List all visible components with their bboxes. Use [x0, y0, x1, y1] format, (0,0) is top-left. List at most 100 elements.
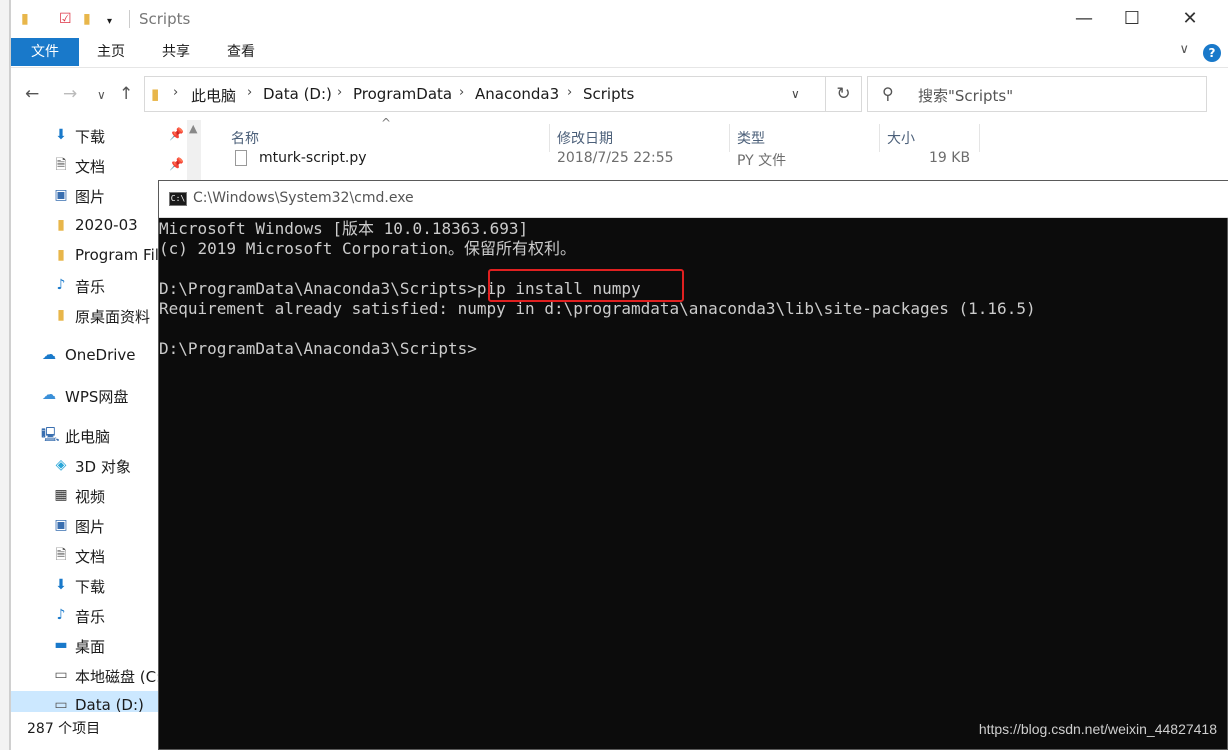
- sidebar-item-label: 下载: [75, 578, 106, 596]
- sidebar-item-label: 桌面: [75, 638, 106, 656]
- sidebar-item-downloads[interactable]: ⬇ 下载 📌: [11, 121, 201, 151]
- cloud-outline-icon: ☁: [42, 387, 56, 403]
- console-line-prompt: D:\ProgramData\Anaconda3\Scripts>: [159, 339, 477, 358]
- cmd-title: C:\Windows\System32\cmd.exe: [193, 190, 414, 206]
- sort-ascending-icon: ^: [381, 116, 392, 130]
- file-size: 19 KB: [929, 150, 971, 166]
- breadcrumb-programdata[interactable]: ProgramData: [353, 85, 452, 103]
- navigation-bar: ← → ∨ ↑ ▮ › 此电脑 › Data (D:) › ProgramDat…: [11, 68, 1228, 120]
- refresh-icon[interactable]: ↻: [826, 76, 862, 112]
- console-line: (c) 2019 Microsoft Corporation。保留所有权利。: [159, 239, 576, 258]
- sidebar-item-local-disk-c[interactable]: ▭ 本地磁盘 (C:): [11, 661, 159, 691]
- console-line: Requirement already satisfied: numpy in …: [159, 299, 1036, 318]
- sidebar-item-label: 3D 对象: [75, 458, 131, 476]
- console-line: Microsoft Windows [版本 10.0.18363.693]: [159, 219, 529, 238]
- breadcrumb-anaconda3[interactable]: Anaconda3: [475, 85, 559, 103]
- sidebar-item-label: 本地磁盘 (C:): [75, 668, 159, 686]
- folder-icon: ▮: [57, 307, 65, 323]
- picture-icon: ▣: [54, 187, 68, 203]
- folder-icon: ▮: [57, 247, 65, 263]
- console-output[interactable]: Microsoft Windows [版本 10.0.18363.693] (c…: [159, 218, 1228, 751]
- cloud-icon: ☁: [42, 347, 56, 363]
- window-title: Scripts: [139, 10, 191, 28]
- sidebar-item-label: 文档: [75, 548, 106, 566]
- sidebar-item-documents[interactable]: 🗎 文档 📌: [11, 151, 201, 181]
- chevron-right-icon[interactable]: ›: [459, 85, 464, 100]
- chevron-right-icon[interactable]: ›: [567, 85, 572, 100]
- sidebar-item-label: Program File: [75, 246, 159, 264]
- breadcrumb-scripts[interactable]: Scripts: [583, 85, 634, 103]
- console-icon: C:\: [169, 192, 187, 206]
- up-arrow-icon[interactable]: ↑: [119, 84, 133, 104]
- computer-icon: 🖳: [41, 427, 60, 443]
- checkbox-quick-access-icon[interactable]: ☑: [59, 11, 72, 27]
- chevron-down-icon[interactable]: ∨: [791, 87, 800, 101]
- download-arrow-icon: ⬇: [55, 127, 67, 143]
- sidebar-item-program-files[interactable]: ▮ Program File: [11, 241, 159, 271]
- address-bar[interactable]: ▮ › 此电脑 › Data (D:) › ProgramData › Anac…: [144, 76, 826, 112]
- sidebar-item-label: 此电脑: [65, 428, 111, 446]
- cube-icon: ◈: [55, 457, 67, 473]
- music-note-icon: ♪: [56, 607, 66, 623]
- watermark-text: https://blog.csdn.net/weixin_44827418: [978, 721, 1217, 737]
- chevron-right-icon[interactable]: ›: [337, 85, 342, 100]
- sidebar-item-label: 图片: [75, 518, 106, 536]
- file-date: 2018/7/25 22:55: [557, 150, 674, 166]
- sidebar-item-label: 音乐: [75, 608, 106, 626]
- chevron-right-icon[interactable]: ›: [173, 85, 178, 100]
- breadcrumb-data-d[interactable]: Data (D:): [263, 85, 332, 103]
- sidebar-item-label: 2020-03: [75, 216, 138, 234]
- recent-locations-icon[interactable]: ∨: [97, 88, 106, 102]
- list-item[interactable]: mturk-script.py 2018/7/25 22:55 PY 文件 19…: [229, 148, 989, 172]
- sidebar-item-label: 音乐: [75, 278, 106, 296]
- pin-icon[interactable]: 📌: [169, 157, 184, 171]
- forward-arrow-icon[interactable]: →: [63, 84, 77, 104]
- folder-icon: ▮: [151, 85, 160, 103]
- download-arrow-icon: ⬇: [55, 577, 67, 593]
- drive-icon: ▭: [54, 697, 68, 713]
- folder-icon: ▮: [57, 217, 65, 233]
- new-folder-icon[interactable]: ▮: [83, 11, 91, 27]
- breadcrumb-this-pc[interactable]: 此电脑: [191, 85, 236, 106]
- document-icon: 🗎: [55, 547, 67, 563]
- drive-icon: ▭: [54, 667, 68, 683]
- search-icon: ⚲: [882, 84, 894, 103]
- desktop-icon: ▬: [54, 637, 68, 653]
- tab-share[interactable]: 共享: [146, 38, 206, 66]
- sidebar-item-label: 文档: [75, 158, 106, 176]
- maximize-icon[interactable]: ☐: [1103, 0, 1161, 38]
- sidebar-item-label: 视频: [75, 488, 106, 506]
- cmd-window: C:\ C:\Windows\System32\cmd.exe Microsof…: [158, 180, 1228, 750]
- sidebar-item-label: WPS网盘: [65, 388, 129, 406]
- cmd-titlebar[interactable]: C:\ C:\Windows\System32\cmd.exe: [159, 181, 1228, 218]
- video-icon: ▦: [54, 487, 68, 503]
- customize-quick-access-icon[interactable]: ▾: [107, 14, 112, 30]
- pin-icon[interactable]: 📌: [169, 127, 184, 141]
- chevron-down-icon[interactable]: ∨: [1179, 42, 1189, 57]
- sidebar-item-label: 下载: [75, 128, 106, 146]
- tab-view[interactable]: 查看: [211, 38, 271, 66]
- search-input[interactable]: 搜索"Scripts": [918, 85, 1013, 106]
- file-name: mturk-script.py: [259, 150, 367, 166]
- highlight-annotation-box: [488, 269, 684, 302]
- search-box[interactable]: ⚲ 搜索"Scripts": [867, 76, 1207, 112]
- file-icon: [235, 150, 247, 166]
- background-window-strip: [0, 0, 10, 750]
- document-icon: 🗎: [55, 157, 67, 173]
- sidebar-item-label: OneDrive: [65, 346, 136, 364]
- sidebar-item-label: 原桌面资料: [75, 308, 151, 326]
- close-icon[interactable]: ✕: [1161, 0, 1219, 38]
- item-count: 287 个项目: [27, 721, 101, 737]
- music-note-icon: ♪: [56, 277, 66, 293]
- sidebar-item-label: 图片: [75, 188, 106, 206]
- tab-file[interactable]: 文件: [11, 38, 79, 66]
- explorer-titlebar: ▮ ☑ ▮ ▾ Scripts — ☐ ✕: [11, 0, 1228, 38]
- help-icon[interactable]: ?: [1203, 44, 1221, 62]
- picture-icon: ▣: [54, 517, 68, 533]
- file-type: PY 文件: [737, 153, 787, 169]
- back-arrow-icon[interactable]: ←: [25, 84, 39, 104]
- folder-icon: ▮: [21, 11, 29, 27]
- chevron-right-icon[interactable]: ›: [247, 85, 252, 100]
- title-divider: [129, 10, 130, 28]
- tab-home[interactable]: 主页: [81, 38, 141, 66]
